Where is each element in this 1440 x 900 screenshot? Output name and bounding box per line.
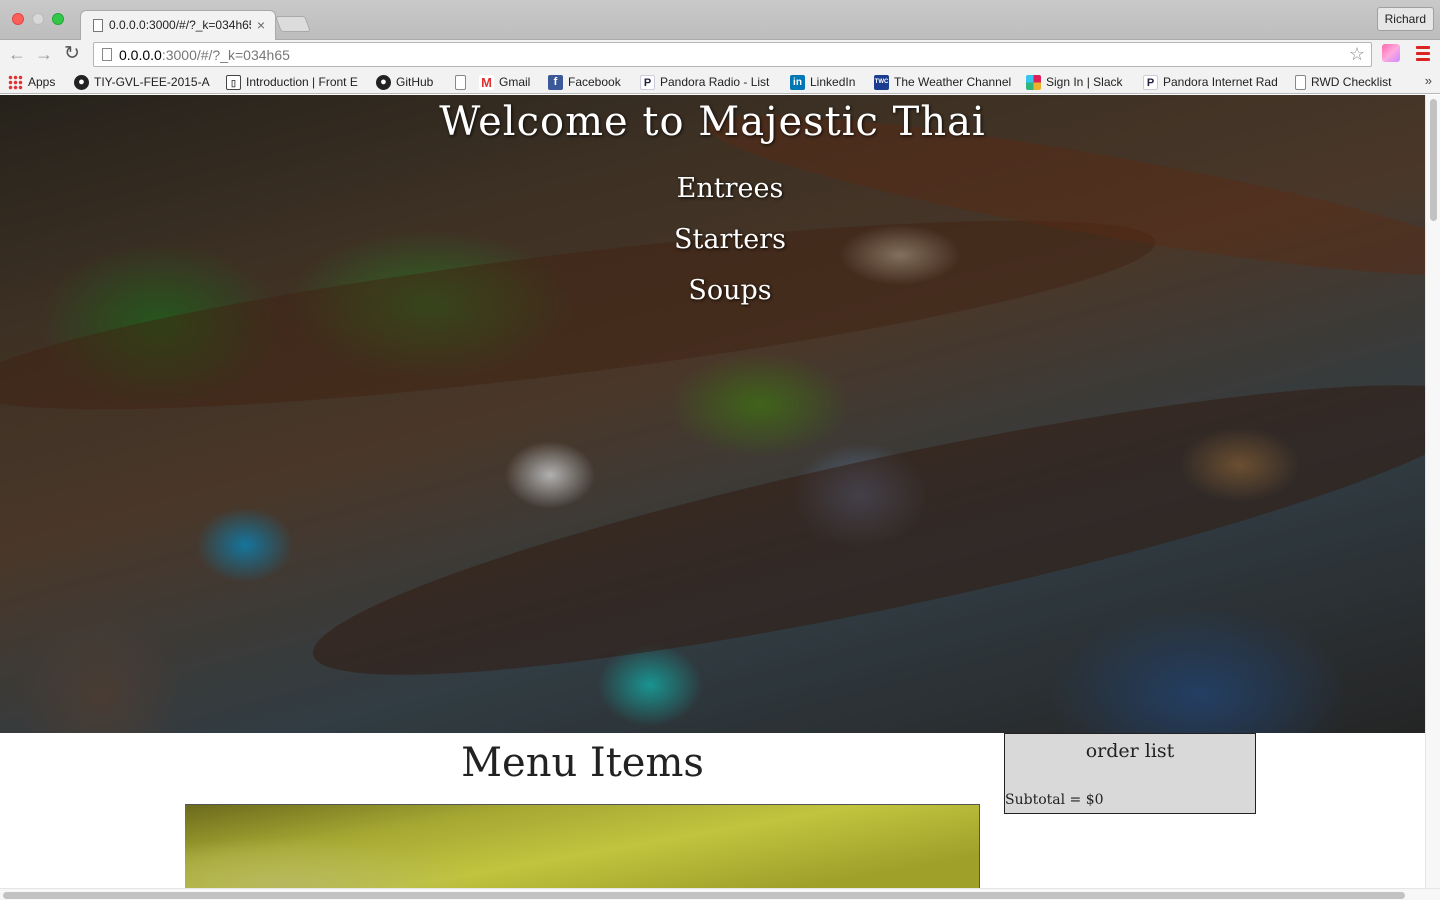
bookmark-pandora-radio[interactable]: P Pandora Radio - List [640, 73, 774, 91]
bookmark-pandora-internet[interactable]: P Pandora Internet Rad [1143, 73, 1279, 91]
horizontal-scrollbar[interactable] [0, 888, 1440, 900]
weather-channel-icon: TWC [874, 74, 889, 90]
gmail-icon: M [479, 74, 494, 90]
page-icon [93, 19, 103, 32]
bookmark-slack[interactable]: Sign In | Slack [1026, 73, 1128, 91]
address-bar[interactable]: 0.0.0.0:3000/#/?_k=034h65 ☆ [93, 42, 1372, 67]
bookmark-label: LinkedIn [810, 75, 856, 89]
bookmark-label: TIY-GVL-FEE-2015-A [94, 75, 210, 89]
url-host: 0.0.0.0 [119, 47, 162, 63]
bookmark-label: Apps [28, 75, 56, 89]
browser-tab-strip: 0.0.0.0:3000/#/?_k=034h65 × Richard [0, 0, 1440, 41]
tab-close-icon[interactable]: × [257, 17, 265, 33]
browser-menu-icon[interactable] [1416, 46, 1430, 64]
linkedin-icon: in [790, 74, 805, 90]
bookmark-label: RWD Checklist [1311, 75, 1392, 89]
bookmark-apps[interactable]: Apps [8, 73, 60, 91]
reload-icon[interactable]: ↻ [62, 43, 82, 65]
bookmark-star-icon[interactable]: ☆ [1349, 44, 1365, 65]
bookmark-rwd-checklist[interactable]: RWD Checklist [1295, 73, 1399, 91]
page-icon [455, 74, 466, 90]
forward-arrow-icon[interactable]: → [34, 43, 54, 65]
bookmark-label: Facebook [568, 75, 621, 89]
pandora-icon: P [1143, 74, 1158, 90]
order-list-panel: order list Subtotal = $0 [1004, 733, 1256, 814]
order-subtotal: Subtotal = $0 [1005, 792, 1104, 808]
window-close-button[interactable] [12, 13, 24, 25]
facebook-icon: f [548, 74, 563, 90]
bookmark-blank[interactable] [455, 73, 469, 91]
browser-tab-active[interactable]: 0.0.0.0:3000/#/?_k=034h65 × [80, 10, 276, 41]
address-url[interactable]: 0.0.0.0:3000/#/?_k=034h65 [119, 47, 290, 63]
bookmark-label: GitHub [396, 75, 434, 89]
bookmark-label: Pandora Radio - List [660, 75, 770, 89]
bookmark-label: Pandora Internet Rad [1163, 75, 1278, 89]
page-viewport: Welcome to Majestic Thai Entrees Starter… [0, 95, 1440, 900]
github-icon: ● [74, 74, 89, 90]
order-list-title: order list [1085, 740, 1175, 762]
vertical-scroll-thumb[interactable] [1430, 99, 1437, 221]
hero-banner: Welcome to Majestic Thai Entrees Starter… [0, 95, 1425, 733]
page-icon [102, 48, 112, 61]
bookmark-weather-channel[interactable]: TWC The Weather Channel [874, 73, 1014, 91]
bookmarks-overflow-icon[interactable]: » [1425, 73, 1432, 88]
bookmark-github[interactable]: ● GitHub [376, 73, 440, 91]
bookmark-facebook[interactable]: f Facebook [548, 73, 626, 91]
profile-button[interactable]: Richard [1376, 7, 1434, 31]
nav-link-entrees[interactable]: Entrees [0, 173, 1425, 204]
extension-icon[interactable] [1382, 44, 1400, 62]
bookmark-label: The Weather Channel [894, 75, 1012, 89]
pandora-icon: P [640, 74, 655, 90]
bookmark-label: Introduction | Front E [246, 75, 358, 89]
bookmark-label: Gmail [499, 75, 531, 89]
bookmark-label: Sign In | Slack [1046, 75, 1123, 89]
horizontal-scroll-thumb[interactable] [3, 892, 1405, 899]
page-title: Welcome to Majestic Thai [439, 99, 986, 145]
bookmark-linkedin[interactable]: in LinkedIn [790, 73, 860, 91]
url-path: :3000/#/?_k=034h65 [161, 47, 290, 63]
new-tab-button[interactable] [275, 16, 311, 32]
book-icon: ▯ [226, 74, 241, 90]
window-minimize-button[interactable] [32, 13, 44, 25]
apps-grid-icon [8, 74, 23, 90]
github-icon: ● [376, 74, 391, 90]
vertical-scrollbar[interactable] [1425, 95, 1440, 888]
window-maximize-button[interactable] [52, 13, 64, 25]
bookmarks-bar: Apps ● TIY-GVL-FEE-2015-A ▯ Introduction… [0, 69, 1440, 94]
back-arrow-icon[interactable]: ← [7, 43, 27, 65]
menu-item-image[interactable] [185, 804, 980, 900]
menu-items-heading: Menu Items [461, 740, 704, 786]
bookmark-tiy-gvl[interactable]: ● TIY-GVL-FEE-2015-A [74, 73, 210, 91]
tab-title: 0.0.0.0:3000/#/?_k=034h65 [109, 18, 251, 32]
bookmark-gmail[interactable]: M Gmail [479, 73, 535, 91]
nav-link-soups[interactable]: Soups [0, 275, 1425, 306]
page-icon [1295, 74, 1306, 90]
browser-toolbar: ← → ↻ 0.0.0.0:3000/#/?_k=034h65 ☆ [0, 40, 1440, 69]
slack-icon [1026, 74, 1041, 90]
bookmark-introduction[interactable]: ▯ Introduction | Front E [226, 73, 362, 91]
nav-link-starters[interactable]: Starters [0, 224, 1425, 255]
